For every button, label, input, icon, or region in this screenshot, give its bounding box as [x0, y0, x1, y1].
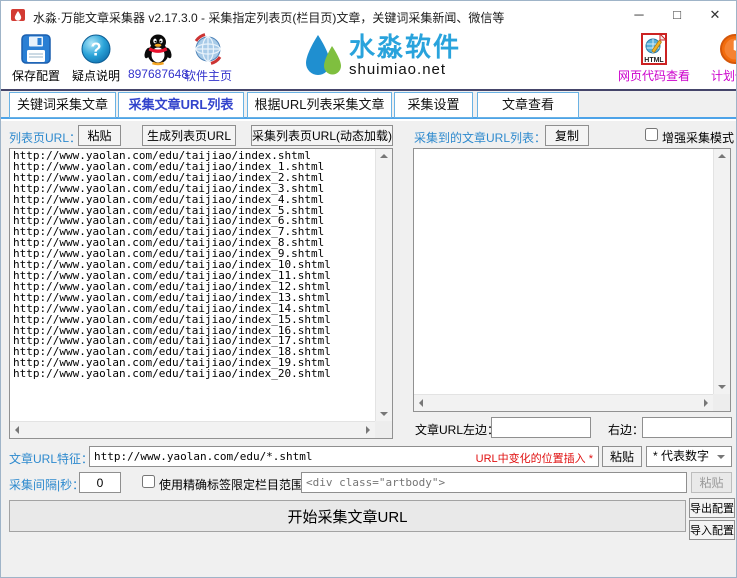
view-page-code-button[interactable]: HTML 网页代码查看: [607, 32, 701, 84]
generate-list-url-button[interactable]: 生成列表页URL: [142, 125, 236, 146]
article-url-left-input[interactable]: [491, 417, 591, 438]
toolbar: 保存配置 ? 疑点说明: [1, 29, 736, 89]
copy-button[interactable]: 复制: [545, 125, 589, 146]
enhanced-mode-checkbox[interactable]: [645, 128, 658, 141]
svg-text:?: ?: [91, 40, 102, 60]
floppy-disk-icon: [7, 32, 65, 66]
shuimiao-logo: 水淼软件 shuimiao.net: [303, 33, 473, 86]
collect-interval-input[interactable]: [79, 472, 121, 493]
tab-collect-by-url-list[interactable]: 根据URL列表采集文章: [247, 92, 392, 118]
tab-content: 列表页URL： 粘贴 生成列表页URL 采集列表页URL(动态加载) 采集到的文…: [1, 121, 736, 577]
collect-interval-label: 采集间隔|秒：: [9, 476, 84, 493]
collected-url-textarea[interactable]: [413, 148, 731, 412]
app-icon: [10, 7, 26, 23]
list-page-url-textarea[interactable]: http://www.yaolan.com/edu/taijiao/index.…: [9, 148, 393, 439]
close-button[interactable]: ✕: [696, 1, 734, 29]
scheduled-task-button[interactable]: 计划任务: [703, 32, 736, 84]
scroll-left-icon[interactable]: [15, 426, 19, 434]
html-doc-icon: HTML: [607, 32, 701, 66]
chevron-down-icon: [717, 455, 725, 459]
horizontal-scrollbar[interactable]: [10, 421, 375, 438]
tab-collect-settings[interactable]: 采集设置: [394, 92, 473, 118]
precise-tag-checkbox[interactable]: [142, 475, 155, 488]
wildcard-select[interactable]: * 代表数字: [646, 446, 732, 467]
homepage-button[interactable]: 软件主页: [179, 32, 237, 84]
precise-tag-input[interactable]: [301, 472, 687, 493]
article-url-right-input[interactable]: [642, 417, 732, 438]
export-config-button[interactable]: 导出配置: [689, 498, 735, 518]
scroll-left-icon[interactable]: [419, 399, 423, 407]
start-collect-button[interactable]: 开始采集文章URL: [9, 500, 686, 532]
help-label: 疑点说明: [67, 67, 125, 84]
article-url-pattern-input[interactable]: [89, 446, 599, 467]
scroll-right-icon[interactable]: [366, 426, 370, 434]
precise-tag-label: 使用精确标签限定栏目范围：: [159, 476, 315, 493]
article-url-right-label: 右边：: [608, 421, 644, 438]
tab-bar: 关键词采集文章 采集文章URL列表 根据URL列表采集文章 采集设置 文章查看: [1, 91, 736, 119]
scroll-down-icon[interactable]: [718, 385, 726, 389]
tab-article-view[interactable]: 文章查看: [477, 92, 579, 118]
list-url-paste-button[interactable]: 粘贴: [78, 125, 121, 146]
clock-icon: [703, 32, 736, 66]
logo-domain: shuimiao.net: [349, 61, 446, 78]
app-window: 水淼·万能文章采集器 v2.17.3.0 - 采集指定列表页(栏目页)文章，关键…: [0, 0, 737, 578]
minimize-button[interactable]: ─: [620, 1, 658, 29]
window-controls: ─ □ ✕: [620, 1, 734, 29]
scroll-up-icon[interactable]: [380, 154, 388, 158]
titlebar: 水淼·万能文章采集器 v2.17.3.0 - 采集指定列表页(栏目页)文章，关键…: [1, 1, 736, 29]
collect-list-url-dynamic-button[interactable]: 采集列表页URL(动态加载): [251, 125, 393, 146]
vertical-scrollbar[interactable]: [713, 149, 730, 394]
globe-icon: [179, 32, 237, 66]
scrollbar-corner: [375, 421, 392, 438]
tab-keyword-collect[interactable]: 关键词采集文章: [9, 92, 116, 118]
horizontal-scrollbar[interactable]: [414, 394, 713, 411]
window-title: 水淼·万能文章采集器 v2.17.3.0 - 采集指定列表页(栏目页)文章，关键…: [33, 9, 504, 26]
scheduled-task-label: 计划任务: [703, 67, 736, 84]
maximize-button[interactable]: □: [658, 1, 696, 29]
import-config-button[interactable]: 导入配置: [689, 520, 735, 540]
save-config-button[interactable]: 保存配置: [7, 32, 65, 84]
help-button[interactable]: ? 疑点说明: [67, 32, 125, 84]
tab-collect-url-list[interactable]: 采集文章URL列表: [118, 92, 244, 118]
scrollbar-corner: [713, 394, 730, 411]
view-page-code-label: 网页代码查看: [607, 67, 701, 84]
tag-paste-button[interactable]: 粘贴: [691, 472, 732, 493]
water-drop-icon: [303, 33, 343, 86]
collected-url-list-label: 采集到的文章URL列表：: [414, 129, 546, 146]
vertical-scrollbar[interactable]: [375, 149, 392, 421]
enhanced-mode-label: 增强采集模式: [662, 129, 734, 146]
scroll-right-icon[interactable]: [704, 399, 708, 407]
article-url-left-label: 文章URL左边：: [415, 421, 499, 438]
scroll-down-icon[interactable]: [380, 412, 388, 416]
save-config-label: 保存配置: [7, 67, 65, 84]
svg-text:HTML: HTML: [644, 57, 664, 64]
question-icon: ?: [67, 32, 125, 66]
collected-url-text: [417, 151, 712, 393]
list-page-url-text: http://www.yaolan.com/edu/taijiao/index.…: [13, 151, 374, 420]
list-page-url-label: 列表页URL：: [9, 129, 81, 146]
article-url-pattern-label: 文章URL特征：: [9, 450, 93, 467]
scroll-up-icon[interactable]: [718, 154, 726, 158]
wildcard-select-value: * 代表数字: [653, 449, 709, 463]
logo-name: 水淼软件: [349, 32, 461, 62]
homepage-label: 软件主页: [179, 67, 237, 84]
pattern-paste-button[interactable]: 粘贴: [602, 446, 642, 467]
